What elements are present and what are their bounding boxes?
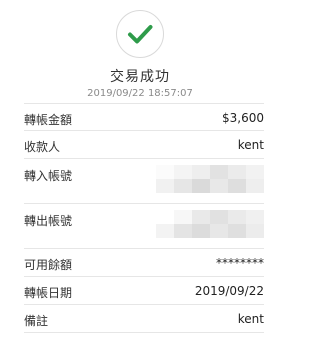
detail-row-balance: 可用餘額 ******** [24,249,264,277]
detail-row-date: 轉帳日期 2019/09/22 [24,277,264,305]
to-account-label: 轉入帳號 [24,169,73,183]
amount-label: 轉帳金額 [24,113,73,127]
detail-row-to-account: 轉入帳號 [24,159,264,204]
balance-value: ******** [216,256,264,270]
detail-row-from-account: 轉出帳號 [24,204,264,249]
transaction-timestamp: 2019/09/22 18:57:07 [87,88,193,99]
date-value: 2019/09/22 [194,284,264,298]
from-account-label: 轉出帳號 [24,214,73,228]
detail-row-amount: 轉帳金額 $3,600 [24,103,264,131]
transaction-status-title: 交易成功 [110,69,170,85]
amount-value: $3,600 [222,111,264,125]
detail-row-note: 備註 kent [24,305,264,333]
from-account-redacted-value [156,210,264,238]
note-value: kent [237,312,264,326]
payee-value: kent [237,138,264,152]
balance-label: 可用餘額 [24,258,73,272]
result-header: 交易成功 2019/09/22 18:57:07 [0,0,280,100]
to-account-redacted-value [156,165,264,193]
success-check-icon [116,10,164,58]
payee-label: 收款人 [24,140,61,154]
date-label: 轉帳日期 [24,286,73,300]
note-label: 備註 [24,314,49,328]
transaction-details: 轉帳金額 $3,600 收款人 kent 轉入帳號 轉出帳號 可用餘額 ****… [0,103,280,333]
detail-row-payee: 收款人 kent [24,131,264,159]
